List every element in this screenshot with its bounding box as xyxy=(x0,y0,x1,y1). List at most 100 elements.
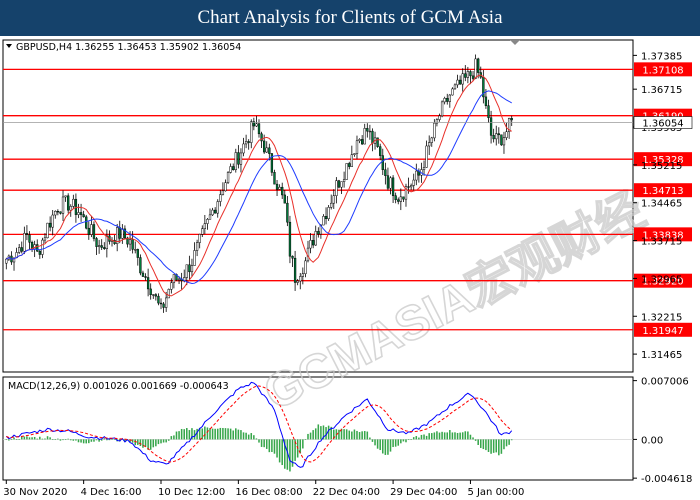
candle-body xyxy=(118,227,121,239)
macd-histogram-bar xyxy=(485,439,487,451)
candle-body xyxy=(172,274,176,284)
macd-histogram-bar xyxy=(149,439,152,450)
candle-body xyxy=(190,265,194,273)
macd-histogram-bar xyxy=(188,430,191,440)
price-axis-label: 1.32965 xyxy=(641,274,682,285)
candle-body xyxy=(438,115,441,120)
candle-body xyxy=(64,195,67,198)
candle-body xyxy=(332,195,335,204)
candle-body xyxy=(95,238,98,247)
macd-histogram-bar xyxy=(505,439,508,447)
candle-body xyxy=(358,139,361,142)
macd-histogram-bar xyxy=(242,432,245,440)
candle-body xyxy=(82,214,85,218)
macd-histogram-bar xyxy=(343,429,345,440)
candle-body xyxy=(265,147,268,153)
candle-body xyxy=(428,142,431,147)
candle-body xyxy=(456,79,459,86)
candle-body xyxy=(48,222,52,228)
candle-body xyxy=(198,234,201,243)
macd-histogram-bar xyxy=(461,432,464,440)
macd-histogram-bar xyxy=(265,439,268,449)
candle-body xyxy=(72,198,75,207)
macd-histogram-bar xyxy=(18,438,20,440)
macd-histogram-bar xyxy=(253,435,255,440)
macd-histogram-bar xyxy=(41,438,44,440)
macd-histogram-bar xyxy=(108,439,111,441)
time-axis-label: 30 Nov 2020 xyxy=(3,487,67,498)
candle-body xyxy=(92,224,96,239)
macd-histogram-bar xyxy=(405,439,407,443)
macd-histogram-bar xyxy=(139,439,142,447)
candle-body xyxy=(489,117,493,136)
candle-body xyxy=(273,172,276,185)
candle-body xyxy=(195,242,199,251)
candle-body xyxy=(293,257,297,283)
candle-body xyxy=(278,186,281,190)
candle-body xyxy=(41,239,44,255)
macd-histogram-bar xyxy=(469,434,472,440)
candle-body xyxy=(474,58,477,79)
candle-body xyxy=(141,272,145,277)
macd-histogram-bar xyxy=(389,439,392,452)
candle-body xyxy=(471,75,475,79)
candle-body xyxy=(208,214,212,220)
candle-body xyxy=(237,152,240,165)
macd-histogram-bar xyxy=(454,432,456,440)
candle-body xyxy=(234,152,237,171)
macd-histogram-bar xyxy=(309,432,312,440)
macd-histogram-bar xyxy=(474,439,477,441)
candle-body xyxy=(216,201,219,214)
macd-histogram-bar xyxy=(363,431,366,440)
candle-body xyxy=(154,294,158,297)
price-axis: 1.373851.367151.359651.352151.344651.337… xyxy=(633,51,682,361)
candle-body xyxy=(38,250,41,255)
macd-histogram-bar xyxy=(278,439,281,463)
macd-histogram-bar xyxy=(144,439,147,447)
candle-body xyxy=(337,180,341,188)
macd-histogram-bar xyxy=(376,439,379,449)
time-axis-label: 29 Dec 04:00 xyxy=(390,487,457,498)
macd-histogram-bar xyxy=(64,439,67,441)
candle-body xyxy=(495,133,498,140)
macd-histogram-bar xyxy=(232,430,234,440)
candle-body xyxy=(59,211,62,214)
candle-body xyxy=(389,177,392,189)
macd-histogram-bar xyxy=(487,439,490,452)
macd-histogram-bar xyxy=(13,437,15,440)
candle-body xyxy=(167,289,170,299)
candle-body xyxy=(345,163,348,180)
candle-body xyxy=(469,71,472,77)
macd-histogram-bar xyxy=(441,431,443,440)
candle-body xyxy=(397,199,400,202)
candle-body xyxy=(366,128,369,132)
candle-body xyxy=(219,194,222,202)
candle-body xyxy=(348,163,351,167)
candle-body xyxy=(146,277,150,290)
macd-histogram-bar xyxy=(443,432,446,440)
candle-body xyxy=(85,216,88,229)
macd-histogram-bar xyxy=(235,428,237,440)
candle-body xyxy=(487,105,490,119)
candle-body xyxy=(311,240,315,246)
macd-histogram-bar xyxy=(464,431,467,440)
candle-body xyxy=(342,179,346,182)
candle-body xyxy=(177,278,181,281)
candle-body xyxy=(296,280,299,283)
time-axis-label: 22 Dec 04:00 xyxy=(313,487,380,498)
candle-body xyxy=(350,154,353,167)
macd-histogram-bar xyxy=(51,439,54,441)
macd-histogram-bar xyxy=(255,438,258,440)
macd-histogram-bar xyxy=(500,439,503,454)
macd-histogram-bar xyxy=(15,439,18,440)
macd-histogram-bar xyxy=(214,428,216,440)
chart-title-bar: Chart Analysis for Clients of GCM Asia xyxy=(0,0,700,36)
macd-histogram-bar xyxy=(5,439,8,441)
macd-histogram-bar xyxy=(103,438,106,440)
candle-body xyxy=(477,58,480,73)
macd-histogram-bar xyxy=(237,429,240,440)
macd-histogram-bar xyxy=(26,436,28,440)
price-axis-label: 1.32215 xyxy=(641,312,682,323)
candle-body xyxy=(322,216,325,226)
macd-histogram-bar xyxy=(170,436,173,440)
